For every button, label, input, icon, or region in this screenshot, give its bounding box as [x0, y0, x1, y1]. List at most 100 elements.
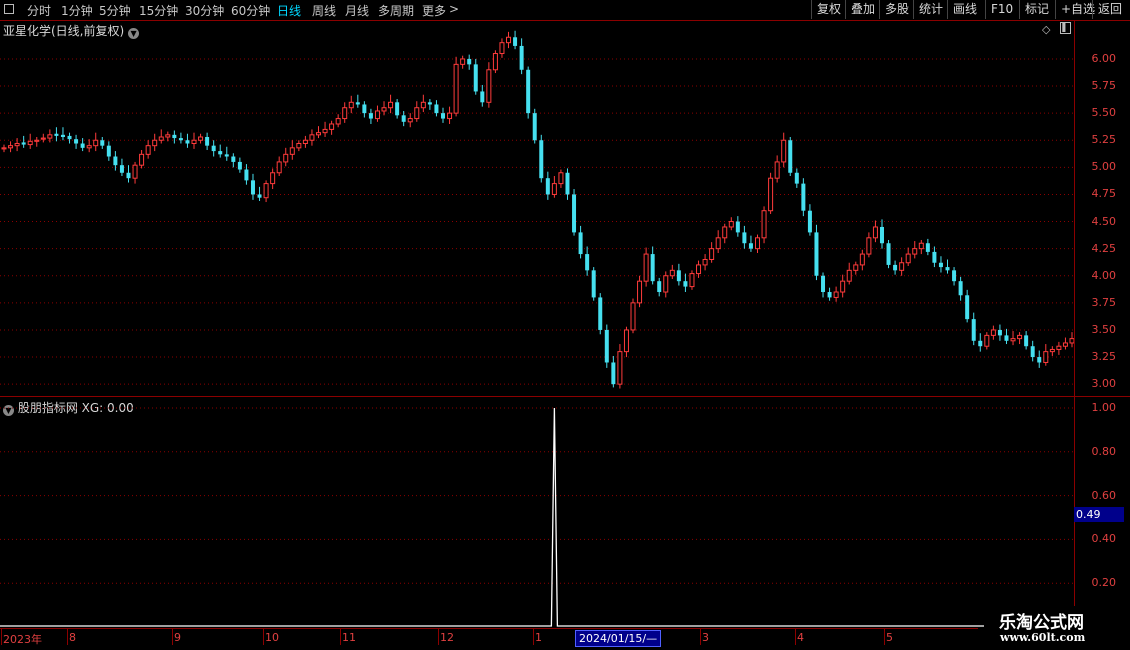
candle[interactable]	[728, 217, 734, 231]
candle[interactable]	[401, 110, 406, 127]
candle[interactable]	[322, 121, 328, 137]
candle[interactable]	[289, 140, 295, 160]
candle[interactable]	[859, 249, 865, 271]
candle[interactable]	[14, 138, 20, 152]
candle[interactable]	[283, 147, 289, 167]
candle[interactable]	[126, 165, 131, 183]
candle[interactable]	[480, 84, 485, 107]
candle[interactable]	[918, 239, 924, 255]
candle[interactable]	[362, 101, 367, 118]
candle[interactable]	[54, 127, 59, 142]
candle[interactable]	[565, 168, 570, 200]
candle[interactable]	[990, 325, 996, 340]
candle[interactable]	[467, 54, 472, 70]
candle[interactable]	[761, 206, 767, 244]
candle[interactable]	[74, 134, 79, 149]
chevron-right-icon[interactable]: >	[449, 2, 459, 16]
candle[interactable]	[178, 132, 183, 144]
toolbar-button[interactable]: 画线	[947, 0, 985, 19]
candle[interactable]	[578, 225, 583, 259]
candle[interactable]	[1043, 344, 1049, 366]
candle[interactable]	[840, 274, 846, 298]
candle[interactable]	[329, 120, 335, 135]
candle[interactable]	[119, 158, 124, 177]
candle[interactable]	[558, 169, 564, 188]
candle[interactable]	[158, 129, 164, 144]
candle[interactable]	[67, 132, 72, 144]
candle[interactable]	[539, 134, 544, 183]
candle[interactable]	[585, 246, 590, 276]
candle[interactable]	[689, 270, 695, 290]
candle[interactable]	[742, 225, 747, 249]
candle[interactable]	[846, 262, 852, 285]
candle[interactable]	[637, 275, 643, 308]
candle[interactable]	[572, 189, 577, 236]
candle[interactable]	[1056, 341, 1062, 355]
candle[interactable]	[335, 114, 341, 128]
period-tab[interactable]: 1分钟	[61, 2, 93, 19]
candle[interactable]	[427, 99, 432, 110]
candle[interactable]	[8, 141, 14, 153]
candle[interactable]	[145, 140, 151, 159]
candle[interactable]	[414, 101, 420, 122]
candle[interactable]	[611, 355, 616, 388]
candle[interactable]	[971, 312, 976, 346]
period-tab[interactable]: 多周期	[378, 2, 414, 19]
candle[interactable]	[93, 132, 99, 152]
period-tab[interactable]: 5分钟	[99, 2, 131, 19]
toolbar-button[interactable]: 统计	[913, 0, 947, 19]
candle[interactable]	[316, 126, 322, 139]
candle[interactable]	[460, 55, 466, 69]
candle[interactable]	[499, 38, 505, 58]
candle[interactable]	[486, 62, 492, 108]
candle[interactable]	[218, 144, 223, 158]
candle[interactable]	[788, 136, 793, 177]
candle[interactable]	[801, 178, 806, 217]
candle[interactable]	[40, 133, 46, 143]
candle[interactable]	[676, 263, 681, 286]
candle[interactable]	[696, 260, 702, 278]
candle[interactable]	[348, 95, 354, 114]
candle[interactable]	[86, 139, 92, 153]
candle[interactable]	[532, 108, 537, 144]
candle[interactable]	[211, 140, 216, 157]
candle[interactable]	[388, 94, 394, 114]
candle[interactable]	[807, 204, 812, 236]
candle[interactable]	[473, 58, 478, 95]
candle[interactable]	[984, 332, 990, 350]
candle[interactable]	[34, 136, 40, 147]
candle[interactable]	[657, 277, 662, 297]
toolbar-button[interactable]: 多股	[879, 0, 913, 19]
candle[interactable]	[604, 324, 609, 368]
candle[interactable]	[545, 171, 550, 200]
candle[interactable]	[551, 176, 557, 198]
candle[interactable]	[702, 254, 708, 271]
candle[interactable]	[683, 273, 688, 293]
candle[interactable]	[1, 144, 7, 153]
toolbar-button[interactable]: 叠加	[845, 0, 879, 19]
candle[interactable]	[827, 287, 832, 301]
candle[interactable]	[407, 113, 413, 128]
candle[interactable]	[420, 94, 426, 113]
candle[interactable]	[1010, 331, 1016, 346]
candle[interactable]	[270, 168, 276, 190]
candle[interactable]	[623, 326, 629, 358]
candle[interactable]	[519, 38, 524, 75]
candle[interactable]	[165, 131, 171, 142]
candle[interactable]	[912, 241, 918, 259]
toolbar-button[interactable]: +自选	[1055, 0, 1095, 19]
candle[interactable]	[774, 155, 780, 183]
candle[interactable]	[492, 50, 498, 74]
candle[interactable]	[224, 146, 229, 161]
candle[interactable]	[997, 324, 1002, 341]
candle[interactable]	[735, 216, 740, 237]
candle[interactable]	[781, 132, 787, 168]
candle[interactable]	[1037, 350, 1042, 368]
candle[interactable]	[591, 267, 596, 301]
candle[interactable]	[27, 133, 33, 149]
candle[interactable]	[231, 153, 236, 168]
candle[interactable]	[925, 238, 930, 256]
candle[interactable]	[853, 261, 859, 275]
period-tab[interactable]: 日线	[277, 2, 301, 19]
candle[interactable]	[1049, 346, 1055, 356]
